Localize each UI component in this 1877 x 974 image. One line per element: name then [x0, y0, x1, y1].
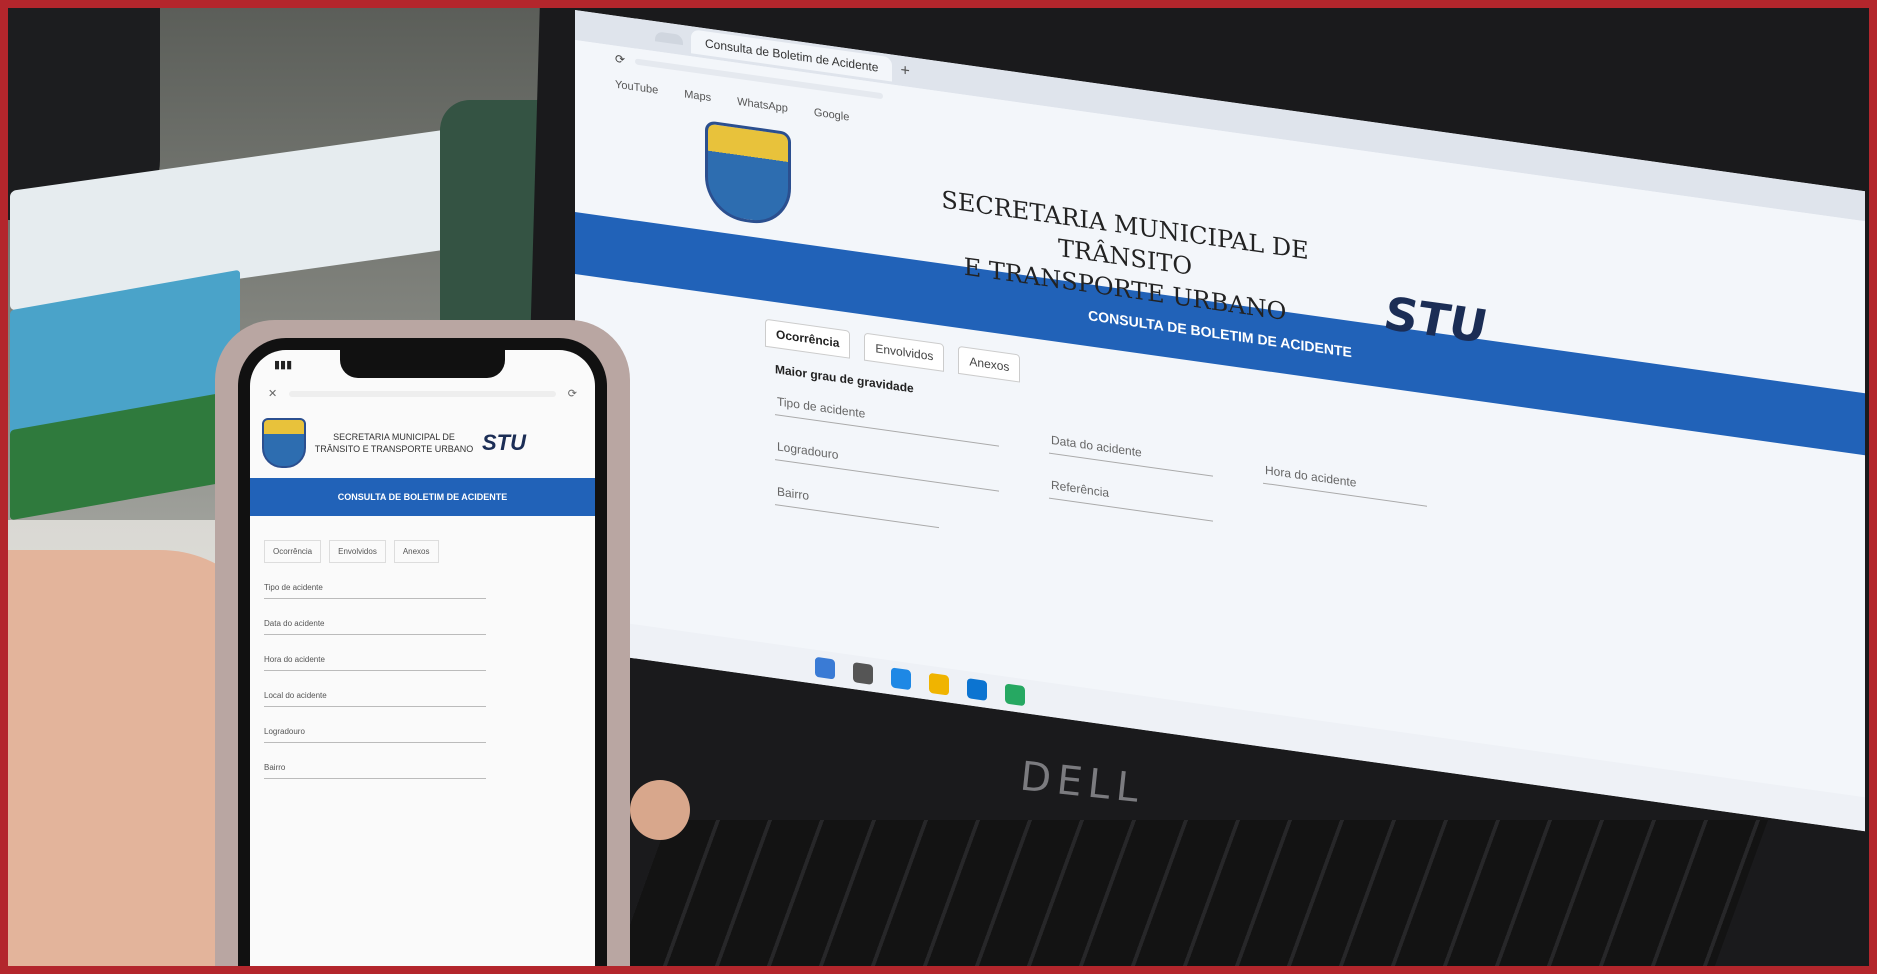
keyboard	[611, 820, 1769, 974]
phone-urlbar: ✕ ⟳	[250, 379, 595, 408]
tab-ocorrencia[interactable]: Ocorrência	[264, 540, 322, 563]
search-icon[interactable]	[853, 662, 873, 685]
phone-page-title: SECRETARIA MUNICIPAL DE TRÂNSITO E TRANS…	[314, 432, 474, 454]
tab-anexos[interactable]: Anexos	[393, 540, 439, 563]
bookmark-item[interactable]: WhatsApp	[737, 96, 788, 115]
phone-address-field[interactable]	[289, 390, 556, 397]
tab-ocorrencia[interactable]: Ocorrência	[765, 318, 851, 359]
city-crest-icon	[262, 418, 306, 468]
hora-acidente-field[interactable]: Hora do acidente	[264, 649, 486, 671]
windows-icon[interactable]	[815, 656, 835, 680]
logradouro-field[interactable]: Logradouro	[264, 721, 486, 743]
folder-icon[interactable]	[929, 672, 949, 696]
tab-envolvidos[interactable]: Envolvidos	[864, 332, 945, 372]
phone-screen: ▮▮▮ ✕ ⟳ SECRETARIA MUNICIPAL DE TRÂNSITO…	[250, 350, 595, 974]
hand	[630, 780, 690, 840]
store-icon[interactable]	[967, 678, 987, 701]
close-icon[interactable]: ✕	[268, 387, 277, 400]
phone-banner: CONSULTA DE BOLETIM DE ACIDENTE	[250, 478, 595, 516]
tab-envolvidos[interactable]: Envolvidos	[329, 540, 386, 563]
local-acidente-field[interactable]: Local do acidente	[264, 685, 486, 707]
browser-tab-inactive[interactable]	[655, 31, 683, 46]
referencia-field[interactable]: Referência	[1049, 471, 1213, 522]
stu-logo: STU	[482, 430, 526, 455]
chrome-icon[interactable]	[1005, 683, 1025, 707]
signal-icon: ▮▮▮	[274, 359, 293, 371]
reload-icon[interactable]: ⟳	[568, 387, 577, 400]
bairro-field[interactable]: Bairro	[775, 478, 939, 529]
bookmark-item[interactable]: Google	[814, 107, 849, 124]
new-tab-icon[interactable]: +	[900, 62, 909, 81]
bookmark-item[interactable]: Maps	[684, 88, 711, 104]
bairro-field[interactable]: Bairro	[264, 757, 486, 779]
city-crest-icon	[705, 120, 791, 229]
phone-form: Ocorrência Envolvidos Anexos Tipo de aci…	[250, 516, 595, 805]
phone-site-header: SECRETARIA MUNICIPAL DE TRÂNSITO E TRANS…	[250, 408, 595, 478]
edge-icon[interactable]	[891, 667, 911, 691]
phone-notch	[340, 350, 505, 378]
tab-anexos[interactable]: Anexos	[958, 345, 1021, 383]
phone-form-tabs: Ocorrência Envolvidos Anexos	[264, 540, 581, 563]
tipo-acidente-field[interactable]: Tipo de acidente	[264, 577, 486, 599]
reload-icon[interactable]: ⟳	[615, 52, 625, 67]
data-acidente-field[interactable]: Data do acidente	[264, 613, 486, 635]
bookmark-item[interactable]: YouTube	[615, 79, 658, 97]
